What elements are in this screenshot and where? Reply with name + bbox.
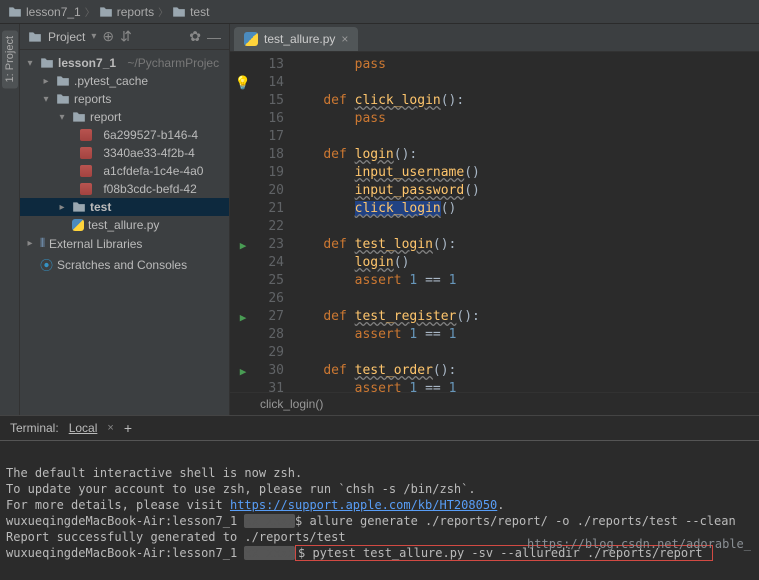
close-icon[interactable]: × — [341, 32, 348, 46]
folder-icon — [72, 201, 86, 213]
json-file-icon — [80, 129, 92, 141]
close-tab-icon[interactable]: × — [107, 422, 113, 434]
folder-icon — [72, 111, 86, 123]
highlighted-command: $ pytest test_allure.py -sv --alluredir … — [295, 545, 713, 561]
line-numbers: 13141516171819202122232425262728293031 — [256, 52, 292, 392]
chevron-down-icon[interactable]: ▾ — [56, 112, 68, 123]
chevron-down-icon[interactable]: ▾ — [24, 58, 36, 69]
locate-icon[interactable]: ⊕ — [102, 28, 114, 45]
tool-window-rail: 1: Project — [0, 24, 20, 415]
gutter[interactable]: 💡 ▶ ▶ ▶ — [230, 52, 256, 392]
tree-file[interactable]: f08b3cdc-befd-42 — [20, 180, 229, 198]
rail-tab-project[interactable]: 1: Project — [2, 30, 18, 88]
folder-icon — [40, 57, 54, 69]
tree-external-libraries[interactable]: ▸ ⫴ External Libraries — [20, 234, 229, 253]
redacted-text: xx xxxx — [244, 546, 295, 560]
terminal-link[interactable]: https://support.apple.com/kb/HT208050 — [230, 498, 497, 512]
run-gutter-icon[interactable]: ▶ — [240, 365, 247, 378]
json-file-icon — [80, 147, 92, 159]
chevron-right-icon: 〉 — [158, 4, 168, 19]
tree-report[interactable]: ▾ report — [20, 108, 229, 126]
chevron-down-icon[interactable]: ▾ — [40, 94, 52, 105]
scratches-icon: ⦿ — [40, 255, 53, 274]
python-file-icon — [244, 32, 258, 46]
chevron-right-icon[interactable]: ▸ — [40, 76, 52, 87]
run-gutter-icon[interactable]: ▶ — [240, 239, 247, 252]
folder-icon — [99, 6, 113, 18]
folder-icon — [56, 75, 70, 87]
terminal-body[interactable]: The default interactive shell is now zsh… — [0, 441, 759, 580]
library-icon: ⫴ — [40, 236, 45, 251]
chevron-down-icon[interactable]: ▾ — [91, 31, 96, 42]
redacted-text: xx xxxx — [244, 514, 295, 528]
tree-file[interactable]: 6a299527-b146-4 — [20, 126, 229, 144]
chevron-right-icon[interactable]: ▸ — [24, 238, 36, 249]
folder-icon — [172, 6, 186, 18]
tree-file[interactable]: 3340ae33-4f2b-4 — [20, 144, 229, 162]
editor-tab-test-allure[interactable]: test_allure.py × — [234, 27, 358, 51]
tree-test[interactable]: ▸ test — [20, 198, 229, 216]
tree-reports[interactable]: ▾ reports — [20, 90, 229, 108]
editor: test_allure.py × 💡 ▶ ▶ ▶ 131415161718192021… — [230, 24, 759, 415]
terminal-panel: Terminal: Local × + The default interact… — [0, 415, 759, 580]
tree-pytest-cache[interactable]: ▸ .pytest_cache — [20, 72, 229, 90]
crumb-test[interactable]: test — [172, 5, 209, 19]
panel-title: Project — [48, 30, 85, 44]
terminal-title: Terminal: — [10, 421, 59, 435]
crumb-reports[interactable]: reports — [99, 5, 154, 19]
json-file-icon — [80, 183, 92, 195]
editor-tabs: test_allure.py × — [230, 24, 759, 52]
breadcrumb: lesson7_1 〉 reports 〉 test — [0, 0, 759, 24]
project-icon — [28, 31, 42, 43]
project-tree[interactable]: ▾ lesson7_1 ~/PycharmProjec ▸ .pytest_ca… — [20, 50, 229, 280]
json-file-icon — [80, 165, 92, 177]
tree-scratches[interactable]: ⦿ Scratches and Consoles — [20, 253, 229, 276]
tree-root[interactable]: ▾ lesson7_1 ~/PycharmProjec — [20, 54, 229, 72]
expand-icon[interactable]: ⇵ — [120, 28, 132, 45]
editor-breadcrumb[interactable]: click_login() — [230, 392, 759, 415]
tree-file[interactable]: a1cfdefa-1c4e-4a0 — [20, 162, 229, 180]
add-tab-icon[interactable]: + — [124, 420, 132, 436]
project-panel: Project ▾ ⊕ ⇵ ✿ — ▾ lesson7_1 ~/PycharmP… — [20, 24, 230, 415]
intention-bulb-icon[interactable]: 💡 — [235, 76, 251, 91]
project-panel-header: Project ▾ ⊕ ⇵ ✿ — — [20, 24, 229, 50]
folder-icon — [56, 93, 70, 105]
tree-test-file[interactable]: test_allure.py — [20, 216, 229, 234]
folder-icon — [8, 6, 22, 18]
crumb-lesson7_1[interactable]: lesson7_1 — [8, 5, 81, 19]
run-gutter-icon[interactable]: ▶ — [240, 311, 247, 324]
chevron-right-icon[interactable]: ▸ — [56, 202, 68, 213]
code-body[interactable]: pass def click_login(): pass def login()… — [292, 52, 759, 392]
hide-icon[interactable]: — — [207, 29, 221, 45]
terminal-tab-local[interactable]: Local — [69, 421, 98, 435]
gear-icon[interactable]: ✿ — [189, 28, 201, 45]
python-file-icon — [72, 219, 84, 231]
chevron-right-icon: 〉 — [85, 4, 95, 19]
